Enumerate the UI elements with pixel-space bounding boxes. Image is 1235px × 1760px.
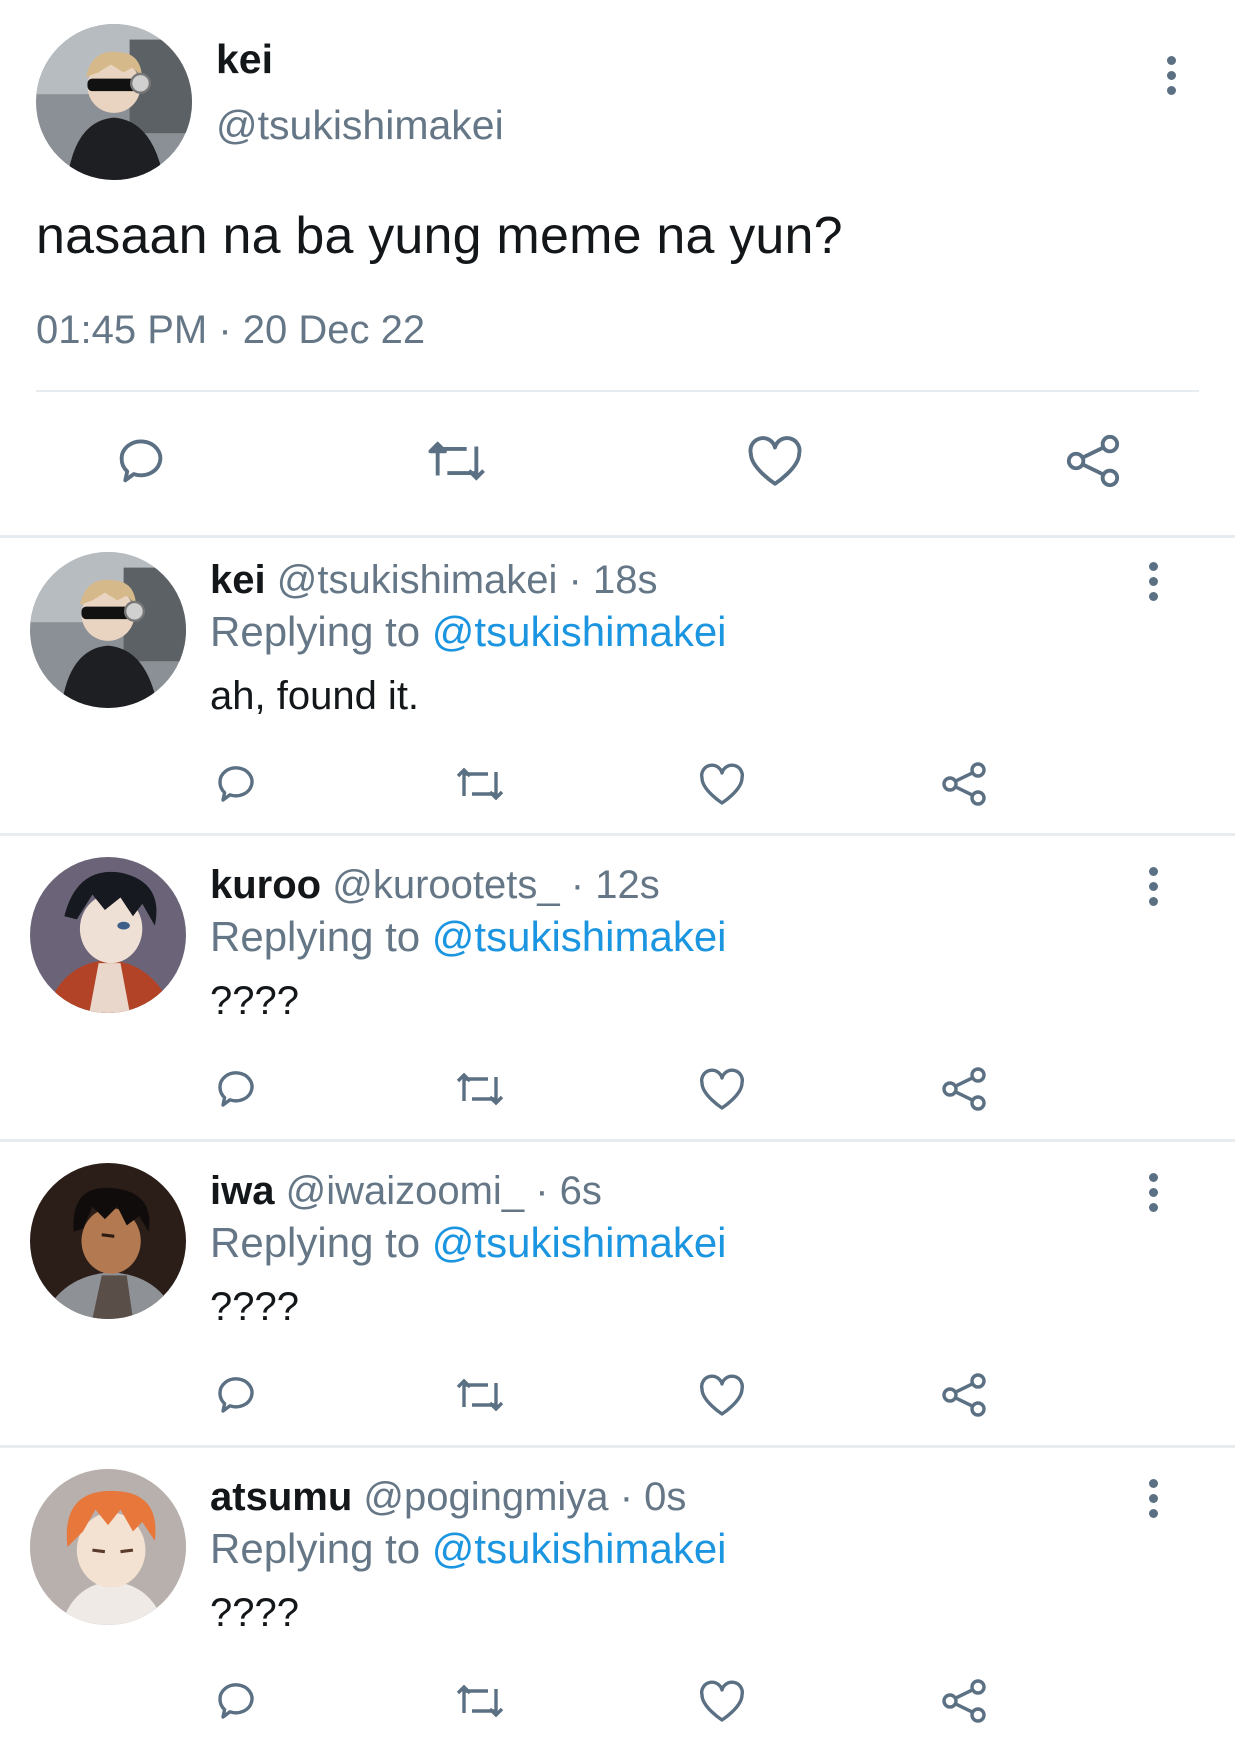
retweet-icon[interactable] [452,1677,508,1725]
retweet-icon[interactable] [452,760,508,808]
tweet-text: ???? [210,1591,299,1635]
relative-time: · 12s [570,863,660,907]
retweet-icon[interactable] [452,1371,508,1419]
like-icon[interactable] [698,1067,746,1113]
divider [36,390,1199,392]
reply-icon[interactable] [212,760,260,808]
retweet-icon[interactable] [424,432,490,490]
tweet-text: nasaan na ba yung meme na yun? [36,207,843,265]
relative-time: · 18s [568,558,658,602]
avatar[interactable] [36,24,192,180]
tweet-text: ah, found it. [210,674,420,718]
avatar-image [30,1469,186,1625]
main-tweet: kei @tsukishimakei nasaan na ba yung mem… [0,0,1235,535]
tweet-timestamp: 01:45 PM · 20 Dec 22 [36,308,426,352]
reply-tweet[interactable]: kei @tsukishimakei · 18s Replying to @ts… [0,538,1235,843]
divider [0,1445,1235,1448]
more-options-icon[interactable] [1145,562,1161,604]
avatar-image [30,1163,186,1319]
author-name[interactable]: kei [216,36,273,83]
avatar[interactable] [30,1469,186,1625]
share-icon[interactable] [940,1371,988,1419]
reply-tweet[interactable]: kuroo @kurootets_ · 12s Replying to @tsu… [0,843,1235,1148]
share-icon[interactable] [940,1677,988,1725]
share-icon[interactable] [940,760,988,808]
avatar-image [30,552,186,708]
author-name[interactable]: kuroo [210,863,321,907]
author-handle[interactable]: @iwaizoomi_ [286,1169,524,1213]
reply-header: kei @tsukishimakei · 18s [210,558,657,603]
replying-label: Replying to [210,608,421,655]
share-icon[interactable] [1064,432,1122,490]
avatar-image [30,857,186,1013]
replying-label: Replying to [210,1525,421,1572]
tweet-text: ???? [210,1285,299,1329]
replying-to: Replying to @tsukishimakei [210,1219,727,1267]
replying-to: Replying to @tsukishimakei [210,913,727,961]
like-icon[interactable] [746,434,804,490]
author-name[interactable]: iwa [210,1169,274,1213]
author-handle[interactable]: @kurootets_ [332,863,559,907]
avatar[interactable] [30,552,186,708]
replying-label: Replying to [210,1219,421,1266]
retweet-icon[interactable] [452,1065,508,1113]
reply-icon[interactable] [212,1065,260,1113]
relative-time: · 6s [535,1169,602,1213]
more-options-icon[interactable] [1145,867,1161,909]
reply-icon[interactable] [212,1677,260,1725]
reply-header: iwa @iwaizoomi_ · 6s [210,1169,602,1214]
relative-time: · 0s [619,1475,687,1519]
like-icon[interactable] [698,1373,746,1419]
author-name[interactable]: atsumu [210,1475,352,1519]
like-icon[interactable] [698,1679,746,1725]
avatar[interactable] [30,857,186,1013]
like-icon[interactable] [698,762,746,808]
author-name[interactable]: kei [210,558,266,602]
more-options-icon[interactable] [1145,1173,1161,1215]
reply-icon[interactable] [112,432,170,490]
author-handle[interactable]: @tsukishimakei [277,558,558,602]
mention-link[interactable]: @tsukishimakei [432,913,727,960]
avatar[interactable] [30,1163,186,1319]
reply-header: kuroo @kurootets_ · 12s [210,863,660,908]
author-handle[interactable]: @pogingmiya [363,1475,608,1519]
reply-tweet[interactable]: iwa @iwaizoomi_ · 6s Replying to @tsukis… [0,1149,1235,1454]
author-handle[interactable]: @tsukishimakei [216,102,504,149]
reply-tweet[interactable]: atsumu @pogingmiya · 0s Replying to @tsu… [0,1455,1235,1760]
mention-link[interactable]: @tsukishimakei [432,1219,727,1266]
mention-link[interactable]: @tsukishimakei [432,1525,727,1572]
avatar-image [36,24,192,180]
replying-to: Replying to @tsukishimakei [210,608,727,656]
more-options-icon[interactable] [1163,56,1179,98]
share-icon[interactable] [940,1065,988,1113]
divider [0,1139,1235,1142]
reply-header: atsumu @pogingmiya · 0s [210,1475,686,1520]
tweet-text: ???? [210,979,299,1023]
divider [0,833,1235,836]
reply-icon[interactable] [212,1371,260,1419]
replying-to: Replying to @tsukishimakei [210,1525,727,1573]
mention-link[interactable]: @tsukishimakei [432,608,727,655]
replying-label: Replying to [210,913,421,960]
more-options-icon[interactable] [1145,1479,1161,1521]
